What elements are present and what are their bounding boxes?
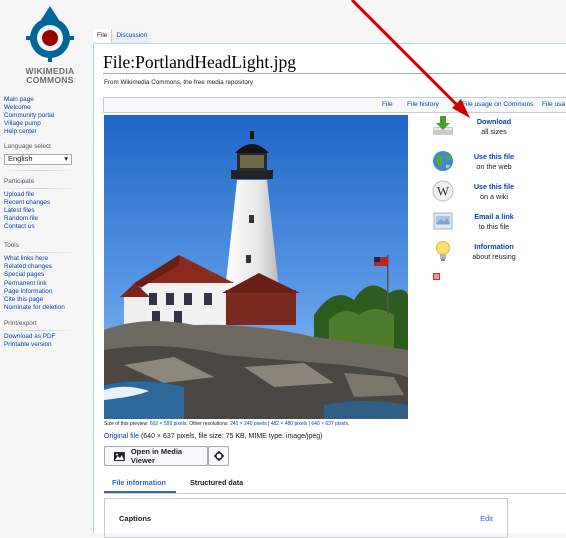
original-file-details: (640 × 637 pixels, file size: 75 KB, MIM… (139, 433, 323, 440)
sidebar-item-contact-us[interactable]: Contact us (4, 223, 88, 231)
tab-discussion[interactable]: Discussion (111, 29, 152, 43)
preview-size-link[interactable]: 602 × 599 pixels (150, 421, 187, 427)
language-select-heading: Language select (4, 143, 51, 151)
sidebar-item-main-page[interactable]: Main page (4, 96, 88, 104)
email-link-title: Email a link (474, 212, 514, 221)
sidebar-item-download-pdf[interactable]: Download as PDF (4, 333, 88, 341)
sidebar-item-village-pump[interactable]: Village pump (4, 120, 88, 128)
participate-heading: Participate (4, 177, 35, 185)
active-tab-indicator (104, 491, 176, 493)
tools-heading: Tools (4, 242, 19, 250)
page-subtitle: From Wikimedia Commons, the free media r… (104, 79, 254, 86)
sidebar-divider (4, 187, 74, 189)
resolution-link-640[interactable]: 640 × 637 pixels (311, 421, 348, 427)
caption-end: . (347, 421, 350, 427)
wikimedia-commons-logo[interactable]: WIKIMEDIA COMMONS (10, 4, 90, 100)
open-media-viewer-label: Open in Media Viewer (130, 447, 183, 465)
preview-size-info: Size of this preview: 602 × 599 pixels. … (104, 421, 349, 427)
use-on-wiki-subtitle: on a wiki (480, 192, 508, 201)
tab-file-information[interactable]: File information (112, 478, 166, 487)
chevron-down-icon: ▾ (64, 154, 68, 164)
sidebar-item-printable-version[interactable]: Printable version (4, 341, 88, 349)
email-link-subtitle: to this file (478, 222, 510, 231)
sidebar: Main page Welcome Community portal Villa… (4, 96, 88, 349)
image-icon (114, 451, 125, 461)
captions-heading: Captions (119, 514, 152, 523)
use-on-web-subtitle: on the web (476, 162, 512, 171)
sidebar-item-community-portal[interactable]: Community portal (4, 112, 88, 120)
sidebar-item-help-center[interactable]: Help center (4, 128, 88, 136)
sidebar-item-random-file[interactable]: Random file (4, 215, 88, 223)
reuse-information-subtitle: about reusing (472, 252, 516, 261)
media-viewer-settings-button[interactable] (208, 446, 229, 466)
main-content: File:PortlandHeadLight.jpg From Wikimedi… (93, 43, 566, 538)
sidebar-item-related-changes[interactable]: Related changes (4, 263, 88, 271)
tab-structured-data[interactable]: Structured data (190, 478, 243, 487)
download-title: Download (476, 117, 512, 126)
gear-icon (213, 451, 224, 461)
sidebar-item-latest-files[interactable]: Latest files (4, 207, 88, 215)
sidebar-item-permanent-link[interactable]: Permanent link (4, 280, 88, 288)
file-toc-bar: File File history File usage on Commons … (103, 97, 566, 113)
commons-logo-icon (26, 6, 74, 62)
captions-edit-button[interactable]: Edit (480, 514, 493, 523)
sidebar-item-special-pages[interactable]: Special pages (4, 271, 88, 279)
print-export-heading: Print/export (4, 319, 37, 327)
sidebar-item-nominate-for-deletion[interactable]: Nominate for deletion (4, 304, 88, 312)
info-tabs-divider (104, 493, 566, 494)
language-select-value: English (8, 154, 33, 164)
original-file-info: Original file (640 × 637 pixels, file si… (104, 433, 322, 440)
sidebar-item-upload-file[interactable]: Upload file (4, 191, 88, 199)
resolution-link-241[interactable]: 241 × 240 pixels (230, 421, 267, 427)
open-media-viewer-button[interactable]: Open in Media Viewer (104, 446, 208, 466)
toc-link-file-history[interactable]: File history (407, 101, 439, 108)
sidebar-item-welcome[interactable]: Welcome (4, 104, 88, 112)
language-select[interactable]: English ▾ (4, 153, 72, 165)
tab-file[interactable]: File (93, 29, 112, 43)
sidebar-divider (4, 252, 74, 254)
sidebar-item-what-links-here[interactable]: What links here (4, 255, 88, 263)
original-file-link[interactable]: Original file (104, 433, 139, 440)
broken-image-icon (433, 273, 440, 280)
use-on-web-title: Use this file (473, 152, 515, 161)
page-tabs: File Discussion (93, 29, 152, 43)
sidebar-divider (4, 329, 74, 331)
captions-panel: Captions Edit (104, 498, 508, 538)
file-preview-image[interactable] (104, 115, 408, 419)
preview-size-label: Size of this preview: (104, 421, 149, 427)
toc-link-file[interactable]: File (382, 101, 393, 108)
sidebar-item-cite-this-page[interactable]: Cite this page (4, 296, 88, 304)
use-on-wiki-title: Use this file (473, 182, 515, 191)
sidebar-item-page-information[interactable]: Page information (4, 288, 88, 296)
title-divider (103, 73, 566, 74)
logo-wordmark-line2: COMMONS (26, 75, 74, 85)
toc-link-file-usage-commons[interactable]: File usage on Commons (462, 101, 533, 108)
reuse-information-title: Information (474, 242, 514, 251)
sidebar-item-recent-changes[interactable]: Recent changes (4, 199, 88, 207)
lighthouse-photo (104, 115, 408, 419)
download-subtitle: all sizes (481, 127, 507, 136)
toc-link-file-usage-other[interactable]: File usa (542, 101, 565, 108)
other-resolutions-label: . Other resolutions: (186, 421, 229, 427)
sidebar-divider (4, 169, 74, 171)
resolution-link-482[interactable]: 482 × 480 pixels (271, 421, 308, 427)
page-title: File:PortlandHeadLight.jpg (103, 52, 296, 72)
